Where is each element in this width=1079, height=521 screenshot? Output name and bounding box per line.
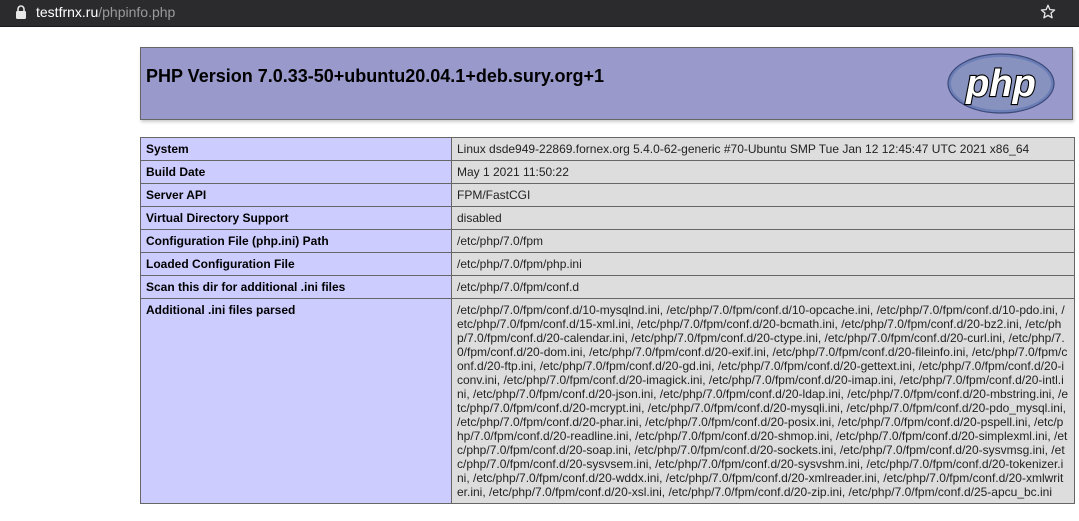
row-value: /etc/php/7.0/fpm/php.ini — [451, 252, 1075, 276]
row-key: Loaded Configuration File — [140, 252, 452, 276]
row-key: Build Date — [140, 160, 452, 184]
table-row: Additional .ini files parsed/etc/php/7.0… — [140, 298, 1075, 504]
url-host: testfrnx.ru — [36, 4, 99, 20]
phpinfo-table: System Linux dsde949-22869.fornex.org 5.4… — [140, 137, 1075, 504]
browser-address-bar[interactable]: testfrnx.ru/phpinfo.php — [0, 0, 1079, 27]
row-key: System — [140, 137, 452, 161]
row-key: Scan this dir for additional .ini files — [140, 275, 452, 299]
table-row: System Linux dsde949-22869.fornex.org 5.4… — [140, 137, 1075, 161]
table-row: Virtual Directory Support disabled — [140, 206, 1075, 230]
row-value: /etc/php/7.0/fpm/conf.d — [451, 275, 1075, 299]
table-row: Server API FPM/FastCGI — [140, 183, 1075, 207]
table-row: Loaded Configuration File/etc/php/7.0/fp… — [140, 252, 1075, 276]
row-value: /etc/php/7.0/fpm — [451, 229, 1075, 253]
row-value: Linux dsde949-22869.fornex.org 5.4.0-62-… — [451, 137, 1075, 161]
row-key: Server API — [140, 183, 452, 207]
table-row: Build Date May 1 2021 11:50:22 — [140, 160, 1075, 184]
table-row: Scan this dir for additional .ini files /… — [140, 275, 1075, 299]
url-text[interactable]: testfrnx.ru/phpinfo.php — [36, 4, 175, 21]
row-key: Configuration File (php.ini) Path — [140, 229, 452, 253]
lock-icon[interactable] — [15, 5, 27, 19]
row-value: disabled — [451, 206, 1075, 230]
row-value: May 1 2021 11:50:22 — [451, 160, 1075, 184]
php-version-header: PHP Version 7.0.33-50+ubuntu20.04.1+deb.… — [140, 47, 1073, 120]
row-value: /etc/php/7.0/fpm/conf.d/10-mysqlnd.ini, … — [451, 298, 1075, 504]
row-key: Virtual Directory Support — [140, 206, 452, 230]
page-title: PHP Version 7.0.33-50+ubuntu20.04.1+deb.… — [146, 66, 605, 86]
row-value: FPM/FastCGI — [451, 183, 1075, 207]
php-logo-text: php — [965, 63, 1036, 105]
php-logo[interactable]: php — [947, 53, 1055, 114]
table-row: Configuration File (php.ini) Path/etc/ph… — [140, 229, 1075, 253]
bookmark-star-icon[interactable] — [1040, 4, 1056, 20]
url-path: /phpinfo.php — [98, 4, 176, 20]
row-key: Additional .ini files parsed — [140, 298, 452, 504]
